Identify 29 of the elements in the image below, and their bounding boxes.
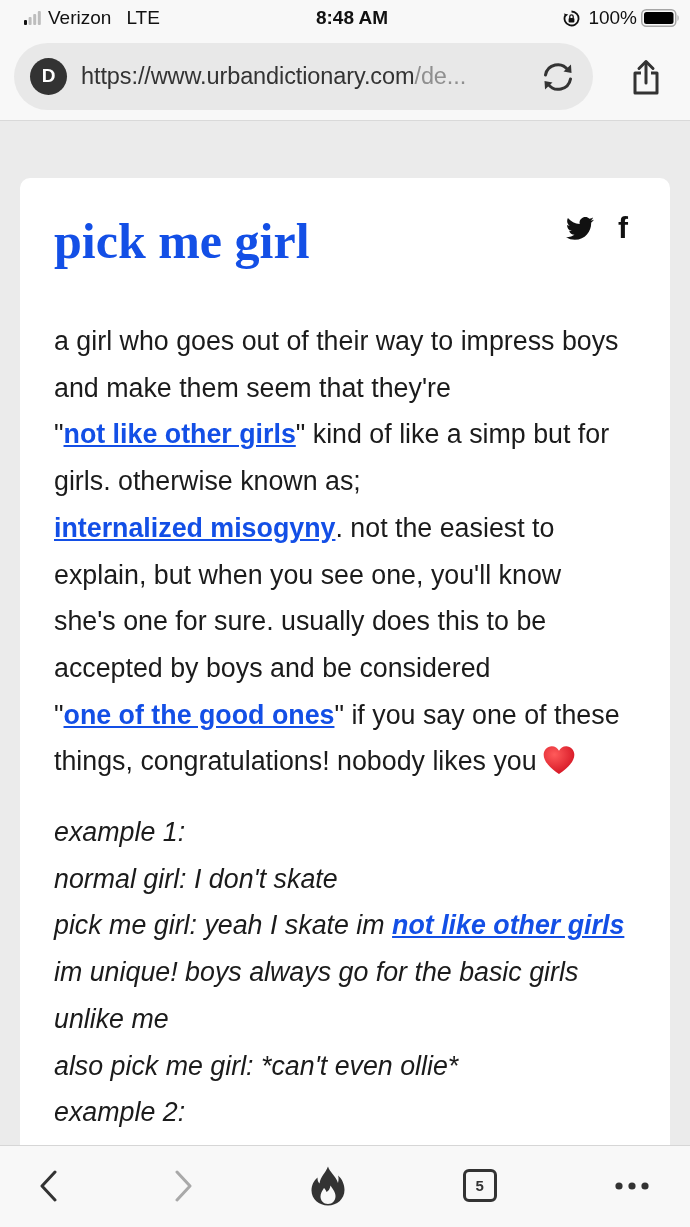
term-link[interactable]: not like other girls	[63, 419, 296, 450]
reload-icon[interactable]	[541, 61, 575, 92]
share-link[interactable]: f	[618, 213, 628, 243]
share-icon[interactable]	[632, 58, 660, 95]
url-text: https://www.urbandictionary.com/de...	[81, 61, 467, 91]
example-line: also pick me girl: *can't even ollie*	[54, 1049, 460, 1083]
heart-icon	[542, 745, 575, 776]
address-bar[interactable]: D https://www.urbandictionary.com/de...	[14, 43, 593, 110]
bird-share-icon[interactable]	[566, 216, 594, 240]
clock-time: 8:48 AM	[315, 5, 389, 30]
example-line: normal girl: I don't skate	[54, 862, 339, 896]
term-link[interactable]: one of the good ones	[63, 699, 335, 730]
example-line: example 1:	[54, 816, 187, 850]
network-type: LTE	[126, 5, 160, 30]
flame-icon[interactable]	[310, 1165, 345, 1206]
term-link[interactable]: not like other girls	[392, 910, 625, 941]
rotation-lock-icon	[563, 9, 581, 27]
carrier-name: Verizon	[48, 5, 112, 30]
back-icon[interactable]	[40, 1169, 57, 1202]
example-line: example 2:	[54, 1096, 187, 1130]
tabs-button[interactable]: 5	[462, 1169, 497, 1202]
signal-icon	[24, 11, 41, 25]
definition-text: a girl who goes out of their way to impress boys and make them seem that they're "not like other girls" kind of like a simp but for girls. otherwise known as; internalized misogyny. not the easiest to explain, but when you see one, you'll know she's one for sure. usually does this to be accepted by boys and be considered "one of the good ones" if you say one of these things, congratulations! nobody likes you	[54, 325, 621, 779]
more-icon[interactable]	[615, 1181, 649, 1190]
word-title[interactable]: pick me girl	[54, 210, 310, 272]
term-link[interactable]: internalized misogyny	[54, 512, 336, 543]
battery-icon	[641, 9, 680, 27]
site-letter-avatar: D	[30, 58, 67, 95]
battery-percent: 100%	[588, 5, 637, 30]
